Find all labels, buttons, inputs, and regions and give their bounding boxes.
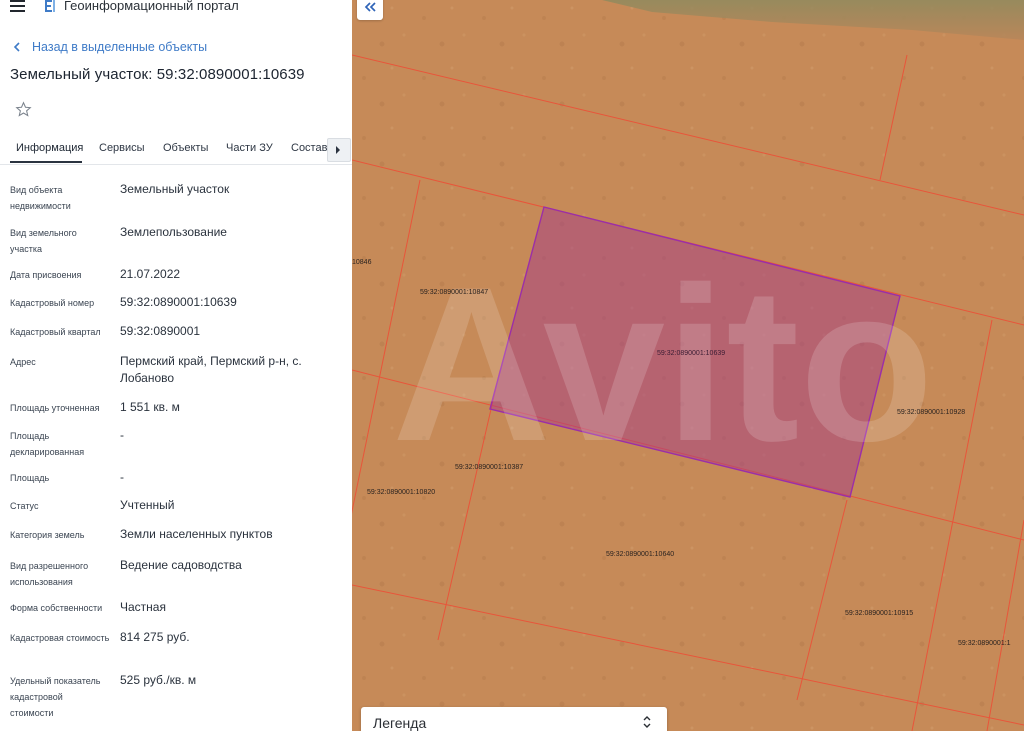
tab-objects[interactable]: Объекты [163, 142, 208, 154]
back-link-label: Назад в выделенные объекты [32, 40, 208, 54]
attribute-value: Земельный участок [120, 182, 230, 196]
back-link[interactable]: Назад в выделенные объекты [12, 38, 207, 56]
avito-watermark: Avito [392, 241, 934, 487]
double-chevron-left-icon [364, 2, 376, 12]
tab-information[interactable]: Информация [16, 142, 83, 154]
attribute-label: Удельный показатель кадастровой стоимост… [10, 676, 101, 718]
attribute-value: Землепользование [120, 225, 227, 239]
attribute-value: Ведение садоводства [120, 558, 242, 572]
tab-services[interactable]: Сервисы [99, 142, 145, 154]
map-view[interactable]: Avito 10846 59:32:0890001:10847 59:32:08… [352, 0, 1024, 731]
chevron-right-icon [336, 146, 340, 154]
selected-parcel-label: 59:32:0890001:10639 [657, 350, 725, 357]
attribute-label: Площадь уточненная [10, 403, 100, 413]
attribute-label: Вид объекта недвижимости [10, 185, 71, 211]
attribute-label: Статус [10, 501, 39, 511]
parcel-label: 10846 [352, 259, 372, 266]
menu-icon[interactable] [10, 0, 26, 12]
map-canvas[interactable]: Avito 10846 59:32:0890001:10847 59:32:08… [352, 0, 1024, 731]
attribute-label: Категория земель [10, 530, 85, 540]
attribute-label: Кадастровый номер [10, 298, 95, 308]
attribute-value: Частная [120, 600, 166, 614]
attribute-value: Земли населенных пунктов [120, 527, 273, 541]
parcel-label: 59:32:0890001:10640 [606, 551, 674, 558]
app-title: Геоинформационный портал [64, 0, 239, 13]
svg-text:Avito: Avito [392, 241, 934, 487]
star-icon[interactable] [15, 101, 32, 118]
chevron-up-down-icon [643, 716, 651, 728]
attribute-label: Площадь декларированная [10, 431, 85, 457]
attribute-label: Вид разрешенного использования [10, 561, 89, 587]
top-bar: Геоинформационный портал [0, 0, 352, 16]
parcel-label: 59:32:0890001:10847 [420, 289, 488, 296]
attribute-label: Вид земельного участка [10, 228, 77, 254]
attribute-label: Кадастровый квартал [10, 327, 101, 337]
parcel-label: 59:32:0890001:10915 [845, 610, 913, 617]
logo-icon [45, 0, 55, 12]
legend-dropdown[interactable]: Легенда [361, 707, 667, 731]
parcel-label: 59:32:0890001:1 [958, 640, 1011, 647]
attribute-label: Дата присвоения [10, 270, 82, 280]
tab-composition[interactable]: Состав [291, 142, 327, 154]
attribute-value: Учтенный [120, 498, 175, 512]
attribute-value: Пермский край, Пермский р-н, с. Лобаново [120, 354, 302, 385]
parcel-label: 59:32:0890001:10928 [897, 409, 965, 416]
attribute-label: Форма собственности [10, 603, 103, 613]
info-panel: Геоинформационный портал Назад в выделен… [0, 0, 353, 731]
attribute-label: Кадастровая стоимость [10, 633, 110, 643]
attribute-value: 21.07.2022 [120, 267, 181, 281]
attribute-value: 59:32:0890001:10639 [120, 295, 237, 309]
parcel-label: 59:32:0890001:10820 [367, 489, 435, 496]
tab-parts[interactable]: Части ЗУ [226, 142, 273, 154]
legend-label: Легенда [373, 715, 427, 731]
tab-scroll-right-button[interactable] [327, 138, 351, 162]
attribute-label: Адрес [10, 357, 36, 367]
tab-bar: Информация Сервисы Объекты Части ЗУ Сост… [0, 134, 352, 165]
chevron-left-icon [13, 42, 20, 52]
attribute-value: 59:32:0890001 [120, 324, 201, 338]
attribute-value: 1 551 кв. м [120, 400, 180, 414]
parcel-label: 59:32:0890001:10387 [455, 464, 523, 471]
attribute-value: - [120, 428, 124, 442]
attribute-value: 814 275 руб. [120, 630, 190, 644]
page-title: Земельный участок: 59:32:0890001:10639 [10, 66, 305, 83]
collapse-panel-button[interactable] [357, 0, 383, 20]
active-tab-indicator [10, 161, 82, 163]
attribute-value: 525 руб./кв. м [120, 673, 197, 687]
attribute-value: - [120, 470, 124, 484]
attribute-label: Площадь [10, 473, 50, 483]
